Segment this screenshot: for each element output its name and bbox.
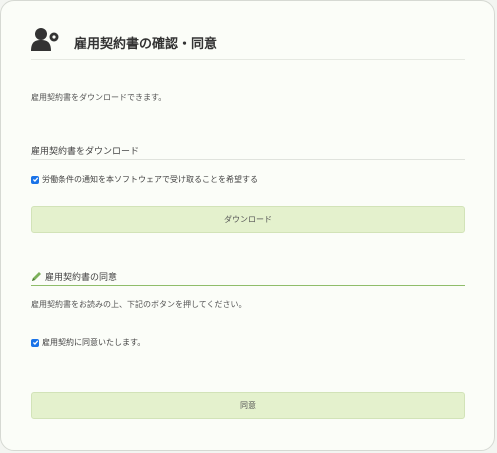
agree-section-heading: 雇用契約書の同意 — [31, 270, 465, 286]
agree-button[interactable]: 同意 — [31, 392, 465, 419]
download-section-title: 雇用契約書をダウンロード — [31, 147, 140, 157]
agree-section-title: 雇用契約書の同意 — [45, 273, 118, 283]
page-header: 雇用契約書の確認・同意 — [31, 23, 465, 60]
page-description: 雇用契約書をダウンロードできます。 — [31, 93, 167, 102]
notification-consent-checkbox[interactable]: 労働条件の通知を本ソフトウェアで受け取ることを希望する — [31, 174, 258, 185]
consent-card: 雇用契約書の確認・同意 雇用契約書をダウンロードできます。 雇用契約書をダウンロ… — [0, 0, 495, 451]
notification-consent-label: 労働条件の通知を本ソフトウェアで受け取ることを希望する — [42, 175, 258, 184]
contract-agree-label: 雇用契約に同意いたします。 — [42, 338, 146, 347]
user-settings-icon — [31, 28, 59, 51]
pencil-icon — [32, 272, 41, 281]
download-section-heading: 雇用契約書をダウンロード — [31, 144, 465, 160]
checkbox-checked-icon[interactable] — [31, 175, 39, 184]
page-title: 雇用契約書の確認・同意 — [74, 37, 218, 52]
checkbox-checked-icon[interactable] — [31, 338, 39, 347]
agree-instruction: 雇用契約書をお読みの上、下記のボタンを押してください。 — [31, 300, 247, 309]
download-button[interactable]: ダウンロード — [31, 206, 465, 233]
contract-agree-checkbox[interactable]: 雇用契約に同意いたします。 — [31, 337, 145, 348]
